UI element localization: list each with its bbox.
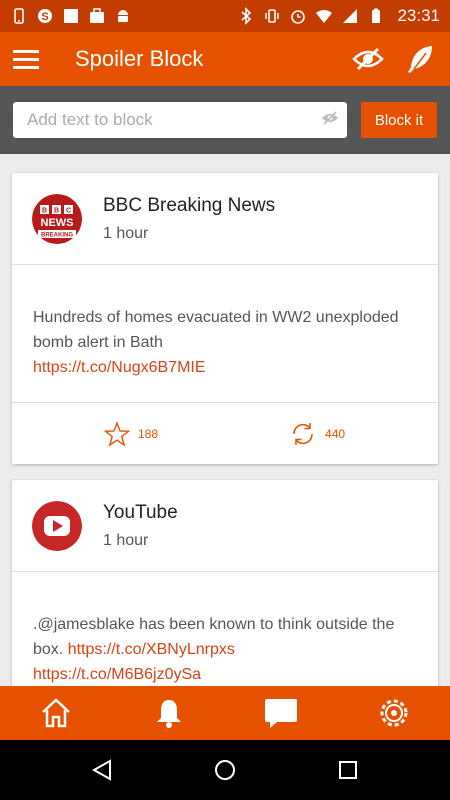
tweet-header: YouTube 1 hour [12, 480, 438, 572]
avatar[interactable]: B B C NEWS BREAKING [32, 193, 82, 244]
bottom-nav [0, 686, 450, 740]
svg-text:NEWS: NEWS [41, 217, 74, 229]
post-time: 1 hour [103, 531, 149, 549]
svg-text:C: C [66, 207, 71, 214]
app-actions [350, 41, 438, 77]
battery-icon [367, 7, 385, 25]
post-time: 1 hour [103, 224, 149, 242]
retweet-button[interactable]: 440 [289, 420, 345, 448]
tweet-link[interactable]: https://t.co/XBNyLnrpxs [68, 641, 235, 658]
tweet-text: Hundreds of homes evacuated in WW2 unexp… [12, 265, 438, 402]
menu-icon[interactable] [12, 45, 40, 73]
nav-home[interactable] [0, 686, 113, 740]
status-system: 23:31 [237, 6, 440, 26]
author-name[interactable]: YouTube [103, 502, 178, 524]
status-time: 23:31 [397, 6, 440, 25]
block-it-button[interactable]: Block it [361, 102, 437, 138]
phone-icon [10, 7, 28, 25]
block-input-container [13, 102, 347, 138]
tweet-link[interactable]: https://t.co/M6B6jz0ySa [33, 666, 201, 683]
nav-notifications[interactable] [113, 686, 226, 740]
tweet-link[interactable]: https://t.co/Nugx6B7MIE [33, 359, 206, 376]
eye-icon[interactable] [321, 110, 339, 130]
nav-settings[interactable] [338, 686, 450, 740]
eye-off-icon[interactable] [350, 41, 386, 77]
status-notifications: S [10, 7, 132, 25]
alarm-icon [289, 7, 307, 25]
svg-text:B: B [42, 207, 47, 214]
block-text-input[interactable] [27, 110, 321, 130]
like-count: 188 [138, 426, 159, 441]
app-bar: Spoiler Block [0, 32, 450, 86]
app-title: Spoiler Block [75, 46, 204, 71]
recents-icon[interactable] [328, 750, 368, 790]
svg-text:B: B [54, 207, 59, 214]
tweet-card[interactable]: YouTube 1 hour .@jamesblake has been kno… [12, 480, 438, 686]
avatar[interactable] [32, 500, 82, 551]
back-icon[interactable] [82, 750, 122, 790]
skype-icon: S [36, 7, 54, 25]
bluetooth-icon [237, 7, 255, 25]
chat-icon [265, 699, 298, 728]
home-circle-icon[interactable] [205, 750, 245, 790]
settings-icon [380, 699, 408, 727]
like-button[interactable]: 188 [104, 420, 159, 447]
retweet-count: 440 [325, 426, 346, 441]
android-icon [114, 7, 132, 25]
tweet-body: Hundreds of homes evacuated in WW2 unexp… [33, 309, 399, 351]
system-nav [0, 740, 450, 800]
status-bar: S 23:31 [0, 0, 450, 32]
block-bar: Block it [0, 86, 450, 154]
star-icon [104, 420, 130, 447]
svg-text:S: S [41, 11, 48, 23]
feed[interactable]: B B C NEWS BREAKING BBC Breaking News 1 … [0, 154, 450, 686]
tweet-header: B B C NEWS BREAKING BBC Breaking News 1 … [12, 173, 438, 265]
briefcase-icon [88, 7, 106, 25]
vibrate-icon [263, 7, 281, 25]
feather-icon[interactable] [402, 41, 438, 77]
author-name[interactable]: BBC Breaking News [103, 195, 275, 217]
retweet-icon [293, 422, 313, 445]
home-icon [42, 698, 71, 728]
bell-icon [156, 700, 181, 728]
tweet-card[interactable]: B B C NEWS BREAKING BBC Breaking News 1 … [12, 173, 438, 464]
svg-text:BREAKING: BREAKING [41, 232, 73, 238]
square-icon [62, 7, 80, 25]
tweet-actions: 188 440 [12, 402, 438, 464]
tweet-text: .@jamesblake has been known to think out… [12, 572, 438, 686]
signal-icon [341, 7, 359, 25]
nav-messages[interactable] [225, 686, 338, 740]
wifi-icon [315, 7, 333, 25]
